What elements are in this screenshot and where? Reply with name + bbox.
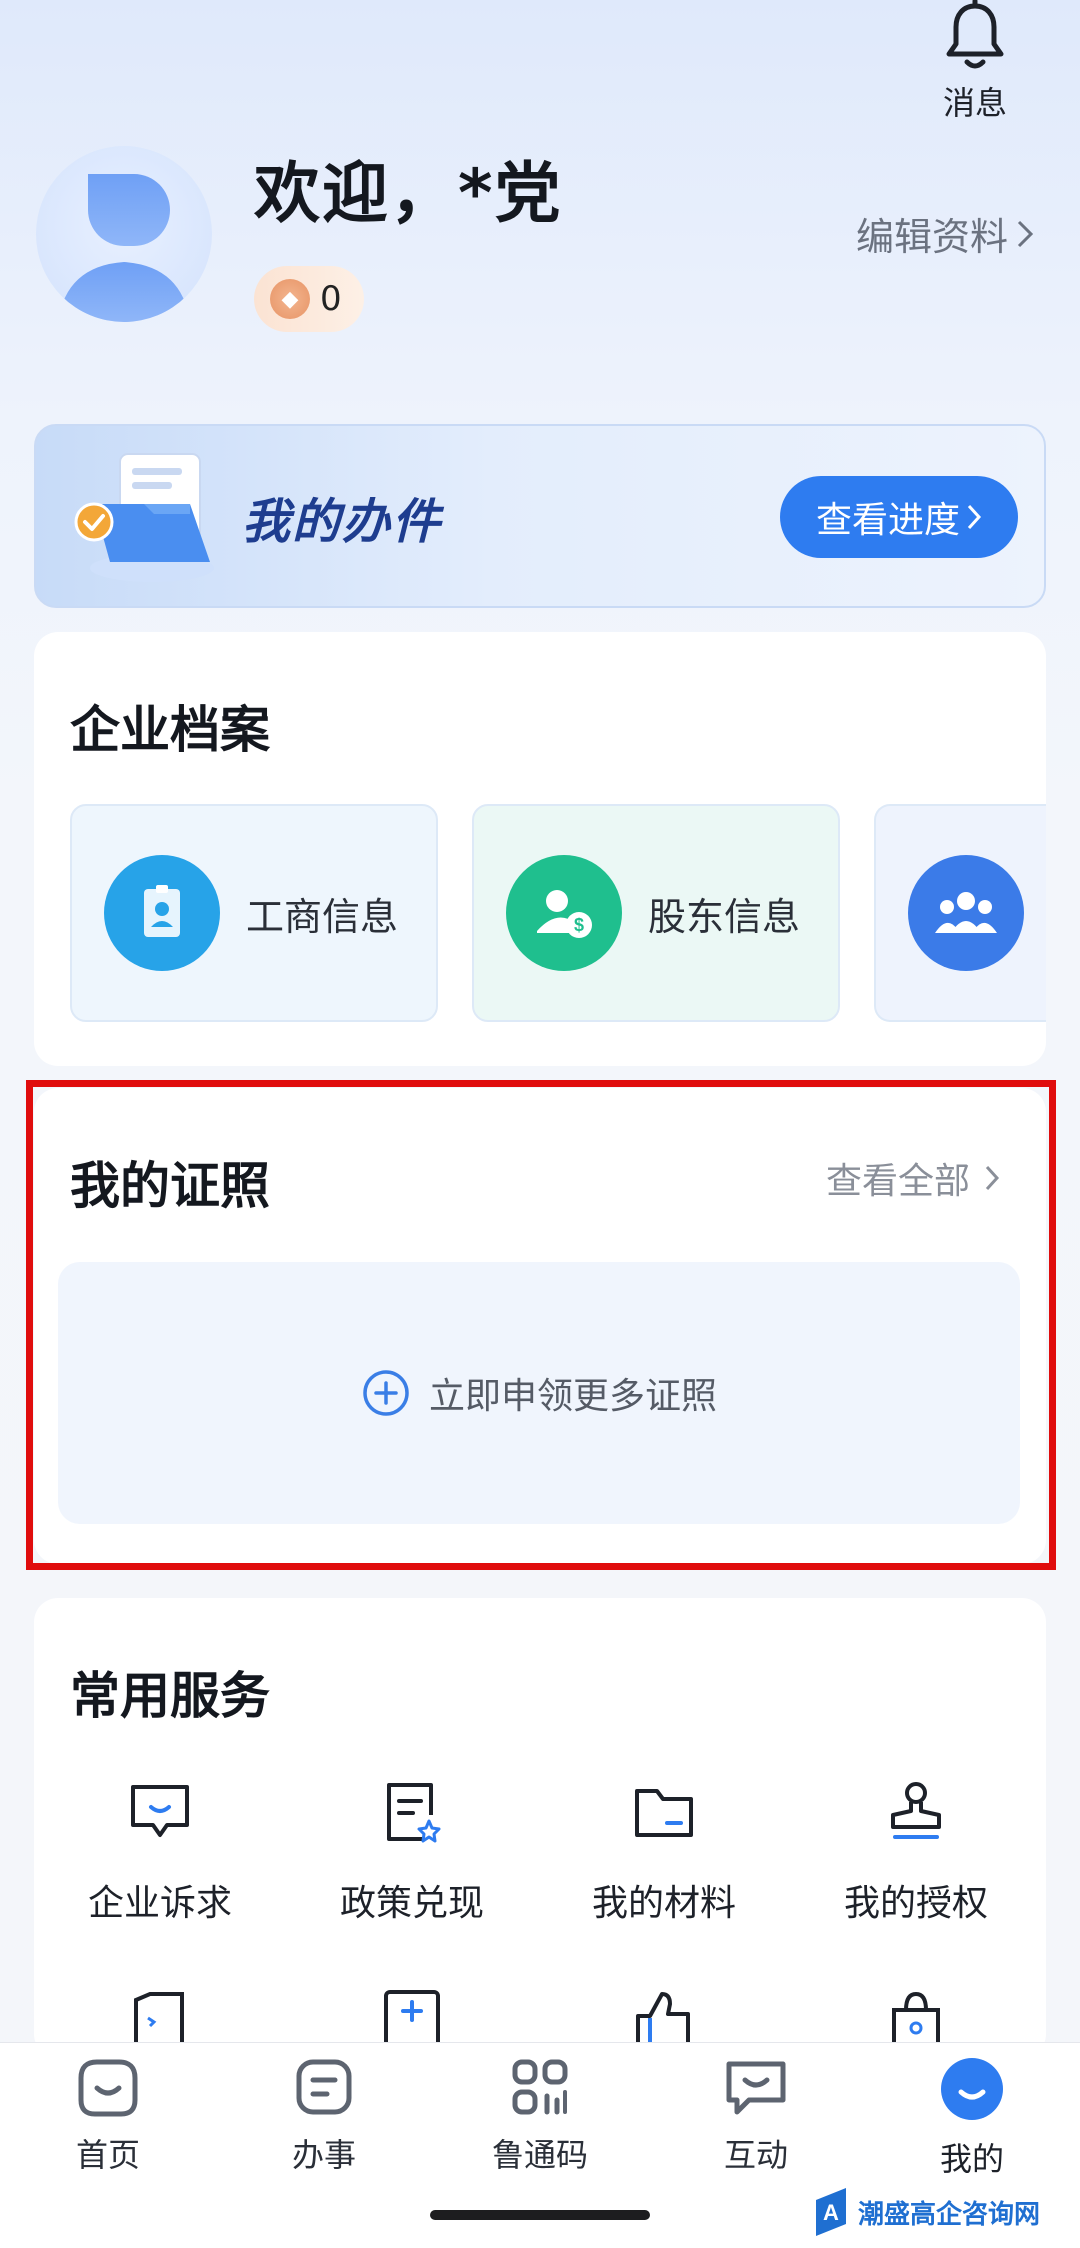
common-services-title: 常用服务 bbox=[70, 1667, 270, 1725]
user-avatar-icon bbox=[58, 174, 190, 322]
tab-mine[interactable]: 我的 bbox=[892, 2056, 1052, 2180]
highlight-frame bbox=[26, 1080, 1056, 1570]
policy-doc-icon bbox=[286, 1772, 538, 1852]
my-cases-title: 我的办件 bbox=[242, 494, 443, 550]
welcome-title: 欢迎，*党 bbox=[254, 155, 563, 232]
tile-team-info[interactable] bbox=[874, 804, 1046, 1022]
svg-text:A: A bbox=[823, 2200, 839, 2225]
folder-icon bbox=[538, 1772, 790, 1852]
points-value: 0 bbox=[320, 279, 342, 319]
watermark-text: 潮盛高企咨询网 bbox=[858, 2199, 1041, 2230]
chevron-right-icon bbox=[1017, 220, 1034, 247]
shareholder-icon: $ bbox=[506, 855, 622, 971]
stamp-icon bbox=[790, 1772, 1042, 1852]
tile-business-info-label: 工商信息 bbox=[246, 894, 399, 939]
tile-business-info[interactable]: 工商信息 bbox=[70, 804, 438, 1022]
tab-label: 首页 bbox=[75, 2136, 140, 2174]
tab-label: 办事 bbox=[291, 2136, 356, 2174]
points-badge[interactable]: ◆ 0 bbox=[254, 266, 364, 332]
bell-icon bbox=[946, 0, 1004, 69]
service-row2-icon-1 bbox=[134, 1992, 184, 2042]
tab-label: 我的 bbox=[939, 2140, 1004, 2178]
view-progress-label: 查看进度 bbox=[815, 500, 960, 541]
tile-shareholder-info-label: 股东信息 bbox=[648, 894, 801, 939]
tab-qrcode[interactable]: 鲁通码 bbox=[460, 2056, 620, 2176]
message-label: 消息 bbox=[942, 84, 1007, 122]
task-icon bbox=[296, 2059, 352, 2115]
tab-home[interactable]: 首页 bbox=[28, 2056, 188, 2176]
svg-text:$: $ bbox=[574, 915, 584, 935]
watermark: A 潮盛高企咨询网 bbox=[812, 2186, 1040, 2238]
service-label: 企业诉求 bbox=[87, 1883, 232, 1924]
service-my-materials[interactable]: 我的材料 bbox=[538, 1772, 790, 1926]
coin-icon: ◆ bbox=[270, 279, 310, 319]
service-label: 我的授权 bbox=[843, 1883, 988, 1924]
tile-shareholder-info[interactable]: $ 股东信息 bbox=[472, 804, 840, 1022]
tab-interact[interactable]: 互动 bbox=[676, 2056, 836, 2176]
avatar[interactable] bbox=[36, 146, 212, 322]
chat-icon bbox=[726, 2061, 786, 2115]
view-progress-button[interactable]: 查看进度 bbox=[780, 476, 1018, 558]
id-card-icon bbox=[104, 855, 220, 971]
service-row2-icon-3 bbox=[636, 1992, 690, 2042]
service-row2-icon-2 bbox=[384, 1990, 440, 2042]
service-my-authorization[interactable]: 我的授权 bbox=[790, 1772, 1042, 1926]
home-indicator bbox=[430, 2210, 650, 2220]
message-icon bbox=[34, 1772, 286, 1852]
documents-illustration-icon bbox=[74, 453, 214, 582]
tab-task[interactable]: 办事 bbox=[244, 2056, 404, 2176]
tab-label: 鲁通码 bbox=[491, 2136, 588, 2174]
chevron-right-icon bbox=[967, 504, 982, 530]
message-button[interactable]: 消息 bbox=[920, 0, 1030, 130]
service-row2-icon-4 bbox=[892, 1991, 940, 2042]
qrcode-icon bbox=[512, 2059, 568, 2115]
edit-profile-link[interactable]: 编辑资料 bbox=[856, 206, 1034, 261]
service-label: 政策兑现 bbox=[339, 1883, 484, 1924]
profile-icon bbox=[941, 2058, 1003, 2120]
edit-profile-label: 编辑资料 bbox=[855, 215, 1008, 259]
service-enterprise-appeal[interactable]: 企业诉求 bbox=[34, 1772, 286, 1926]
tab-label: 互动 bbox=[723, 2136, 788, 2174]
watermark-logo-icon: A bbox=[816, 2188, 846, 2236]
enterprise-profile-title: 企业档案 bbox=[70, 701, 270, 759]
team-icon bbox=[908, 855, 1024, 971]
home-icon bbox=[78, 2059, 138, 2117]
service-policy-redeem[interactable]: 政策兑现 bbox=[286, 1772, 538, 1926]
service-label: 我的材料 bbox=[591, 1883, 736, 1924]
